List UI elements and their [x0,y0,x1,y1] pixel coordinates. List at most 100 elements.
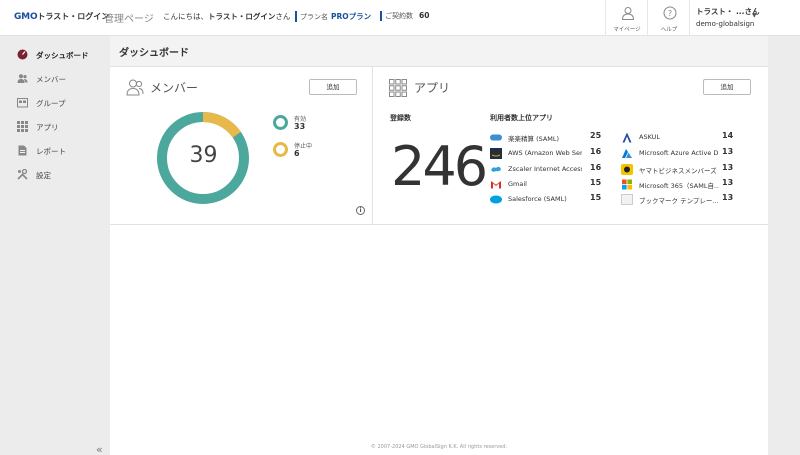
add-app-button[interactable]: 追加 [703,79,751,95]
list-item[interactable]: Microsoft 365（SAML自... 13 [621,178,733,192]
app-count: 15 [590,178,602,187]
app-count: 15 [590,193,602,202]
app-logo[interactable]: GMOトラスト・ログイン [14,11,109,22]
sidebar-item-group[interactable]: グループ [0,93,110,113]
yamato-icon [621,164,633,175]
app-count: 16 [590,163,602,172]
info-icon[interactable]: i [356,206,365,215]
add-member-button[interactable]: 追加 [309,79,357,95]
app-name: Microsoft 365（SAML自... [639,182,719,190]
sidebar-item-label: グループ [36,99,66,108]
app-count: 14 [722,131,734,140]
list-item[interactable]: 楽楽精算 (SAML) 25 [490,131,602,145]
apps-icon [17,121,28,132]
app-name: Salesforce (SAML) [508,195,567,203]
registered-label: 登録数 [390,114,411,122]
list-item[interactable]: AWS (Amazon Web Servi... 16 [490,147,602,161]
contract-label: ご契約数 [385,12,413,20]
salesforce-icon [490,195,502,204]
members-total: 39 [189,143,218,168]
app-name: Microsoft Azure Active Di... [639,149,719,157]
rakuraku-icon [490,134,502,141]
registered-count: 246 [391,135,488,198]
contract-info: ご契約数 60 [380,11,429,21]
mypage-button[interactable]: マイページ [605,0,647,36]
azure-icon [622,149,632,158]
page-title: ダッシュボード [119,48,189,59]
aws-icon [490,148,502,159]
panel-divider [372,67,373,225]
sidebar-item-report[interactable]: レポート [0,141,110,161]
sidebar-item-label: 設定 [36,171,51,180]
app-count: 13 [722,178,734,187]
logo-brand: GMO [14,12,38,22]
sidebar-item-apps[interactable]: アプリ [0,117,110,137]
apps-panel-title: アプリ [414,81,451,95]
help-label: ヘルプ [660,27,678,33]
zscaler-icon [491,166,501,172]
app-count: 25 [590,131,602,140]
sidebar: ダッシュボード メンバー グループ アプリ レポート 設定 « [0,36,110,455]
group-icon [17,98,28,108]
user-menu[interactable]: トラスト・ ...さん demo-globalsign ▼ [689,0,800,36]
list-item[interactable]: ヤマトビジネスメンバーズ 13 [621,163,733,177]
app-name: AWS (Amazon Web Servi... [508,149,582,157]
members-panel-icon [126,79,144,96]
admin-page-label: 管理ページ [104,14,154,25]
sidebar-item-label: メンバー [36,75,66,84]
page-title-bar: ダッシュボード [110,36,768,67]
app-name: Gmail [508,180,527,188]
app-name: ASKUL [639,133,661,141]
user-name: トラスト・ ...さん [696,7,760,16]
list-item[interactable]: Zscaler Internet Access (... 16 [490,163,602,177]
list-item[interactable]: ASKUL 14 [621,131,733,145]
suspended-legend-ring [273,142,288,157]
list-item[interactable]: Microsoft Azure Active Di... 13 [621,147,733,161]
greeting-suffix: さん [275,12,291,21]
app-name: ブックマーク テンプレー... [639,197,719,205]
members-icon [17,74,28,83]
suspended-count: 6 [294,149,300,158]
dashboard-icon [17,49,28,60]
copyright-footer: © 2007-2024 GMO GlobalSign K.K. All righ… [370,444,508,450]
list-item[interactable]: Gmail 15 [490,178,602,192]
app-count: 16 [590,147,602,156]
mypage-label: マイページ [613,27,641,33]
settings-icon [17,169,28,180]
help-icon: ? [663,6,677,20]
report-icon [18,145,27,156]
sidebar-item-dashboard[interactable]: ダッシュボード [0,45,110,65]
app-name: ヤマトビジネスメンバーズ [639,167,717,175]
apps-panel-icon [389,79,407,97]
plan-label: プラン名 [300,13,328,21]
svg-text:?: ? [668,9,672,18]
sidebar-item-members[interactable]: メンバー [0,69,110,89]
microsoft365-icon [622,179,632,190]
app-count: 13 [722,193,734,202]
app-name: 楽楽精算 (SAML) [508,135,560,143]
active-legend-ring [273,115,288,130]
plan-info: プラン名 PROプラン [295,11,371,22]
top-header: GMOトラスト・ログイン 管理ページ こんにちは、トラスト・ログインさん プラン… [0,0,800,36]
collapse-sidebar-button[interactable]: « [96,443,103,455]
sidebar-item-label: レポート [36,147,66,156]
main-content: ダッシュボード メンバー 追加 39 有効 33 停止中 6 i アプリ 追加 … [110,36,768,455]
logo-text: トラスト・ログイン [37,12,110,21]
app-name: Zscaler Internet Access (... [508,165,582,173]
active-count: 33 [294,122,306,131]
app-count: 13 [722,147,734,156]
contract-value: 60 [419,11,430,20]
greeting-prefix: こんにちは、 [163,12,208,21]
list-item[interactable]: ブックマーク テンプレー... 13 [621,193,733,207]
greeting-name: トラスト・ログイン [208,12,276,21]
members-panel-title: メンバー [150,81,199,95]
right-gutter [768,36,800,455]
plan-value: PROプラン [331,12,372,21]
top-apps-label: 利用者数上位アプリ [490,114,553,122]
gmail-icon [491,181,501,189]
bookmark-icon [621,194,633,205]
greeting: こんにちは、トラスト・ログインさん [163,11,290,22]
list-item[interactable]: Salesforce (SAML) 15 [490,193,602,207]
help-button[interactable]: ? ヘルプ [647,0,689,36]
sidebar-item-settings[interactable]: 設定 [0,165,110,185]
